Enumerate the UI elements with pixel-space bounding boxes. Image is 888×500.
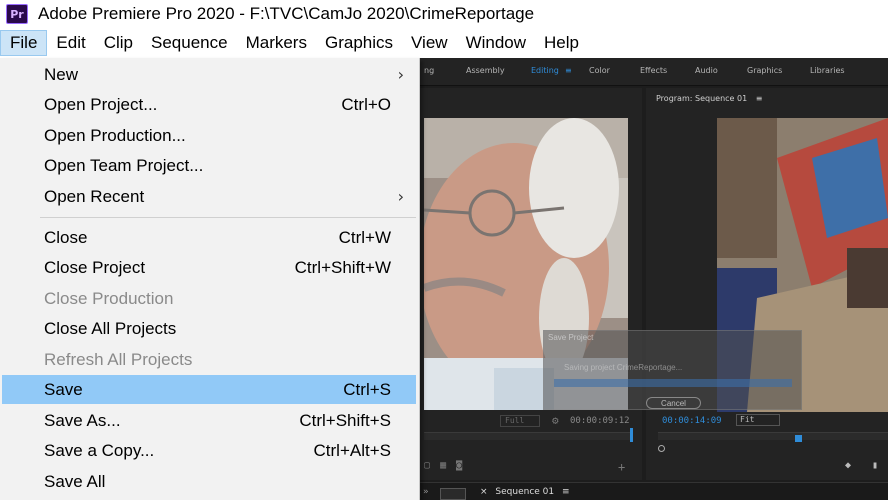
- menu-separator: [40, 217, 416, 218]
- menu-item-label: Close: [44, 227, 88, 247]
- file-menu-close-project[interactable]: Close Project Ctrl+Shift+W: [2, 253, 416, 282]
- file-menu-dropdown: New › Open Project... Ctrl+O Open Produc…: [0, 58, 420, 500]
- sequence-tab-close-icon[interactable]: ×: [480, 487, 488, 497]
- source-duration-timecode: 00:00:09:12: [570, 416, 630, 426]
- file-menu-save-as[interactable]: Save As... Ctrl+Shift+S: [2, 406, 416, 435]
- menu-graphics[interactable]: Graphics: [316, 30, 402, 56]
- timeline-thumb[interactable]: [440, 488, 466, 500]
- menu-item-label: Save: [44, 379, 83, 399]
- menu-file[interactable]: File: [0, 30, 48, 56]
- workspace-tab-audio[interactable]: Audio: [695, 66, 718, 75]
- program-playhead[interactable]: [795, 435, 802, 442]
- submenu-arrow-icon: ›: [397, 187, 404, 206]
- program-fit-select[interactable]: Fit: [736, 414, 780, 426]
- menu-item-label: Save As...: [44, 410, 121, 430]
- menu-edit[interactable]: Edit: [47, 30, 94, 56]
- file-menu-close[interactable]: Close Ctrl+W: [2, 223, 416, 252]
- insert-icon[interactable]: ▦: [440, 460, 446, 471]
- workspace-tab-graphics[interactable]: Graphics: [747, 66, 782, 75]
- program-timecode[interactable]: 00:00:14:09: [662, 416, 722, 426]
- sequence-tab[interactable]: × Sequence 01 ≡: [480, 487, 570, 497]
- menu-item-shortcut: Ctrl+Alt+S: [313, 440, 391, 460]
- menu-bar: File Edit Clip Sequence Markers Graphics…: [0, 28, 888, 58]
- program-monitor-header: Program: Sequence 01 ≡: [656, 94, 762, 103]
- file-menu-close-all-projects[interactable]: Close All Projects: [2, 314, 416, 343]
- menu-item-label: New: [44, 64, 79, 84]
- file-menu-open-team-project[interactable]: Open Team Project...: [2, 151, 416, 180]
- workspace-menu-icon[interactable]: ≡: [565, 66, 572, 75]
- program-menu-icon[interactable]: ≡: [756, 94, 763, 103]
- workspace-tab-color[interactable]: Color: [589, 66, 610, 75]
- save-cancel-button[interactable]: Cancel: [646, 397, 701, 409]
- file-menu-close-production: Close Production: [2, 284, 416, 313]
- save-project-dialog: Save Project Saving project CrimeReporta…: [543, 330, 802, 410]
- workspace-tab-effects[interactable]: Effects: [640, 66, 667, 75]
- menu-item-shortcut: Ctrl+O: [341, 94, 391, 114]
- menu-view[interactable]: View: [402, 30, 457, 56]
- camera-icon[interactable]: ◙: [456, 460, 462, 471]
- source-zoom-select[interactable]: Full: [500, 415, 540, 427]
- menu-window[interactable]: Window: [457, 30, 535, 56]
- menu-sequence[interactable]: Sequence: [142, 30, 237, 56]
- menu-clip[interactable]: Clip: [95, 30, 142, 56]
- menu-item-label: Refresh All Projects: [44, 349, 193, 369]
- window-title: Adobe Premiere Pro 2020 - F:\TVC\CamJo 2…: [38, 4, 535, 23]
- file-menu-refresh-all-projects: Refresh All Projects: [2, 345, 416, 374]
- menu-item-label: Open Team Project...: [44, 155, 204, 175]
- add-button-icon[interactable]: +: [618, 460, 625, 474]
- menu-item-label: Close Production: [44, 288, 174, 308]
- menu-item-label: Close Project: [44, 257, 146, 277]
- source-playhead[interactable]: [630, 428, 633, 442]
- marker-icon[interactable]: ▮: [872, 460, 878, 471]
- menu-help[interactable]: Help: [535, 30, 588, 56]
- submenu-arrow-icon: ›: [397, 65, 404, 84]
- file-menu-open-production[interactable]: Open Production...: [2, 121, 416, 150]
- menu-markers[interactable]: Markers: [237, 30, 316, 56]
- menu-item-label: Open Production...: [44, 125, 186, 145]
- workspace-tab-editing[interactable]: Editing: [531, 66, 559, 75]
- program-monitor-title[interactable]: Program: Sequence 01: [656, 94, 747, 103]
- file-menu-save[interactable]: Save Ctrl+S: [2, 375, 416, 404]
- premiere-pro-app-icon: Pr: [6, 4, 28, 24]
- workspace-tab-assembly[interactable]: Assembly: [466, 66, 505, 75]
- file-menu-open-recent[interactable]: Open Recent ›: [2, 182, 416, 211]
- sequence-tab-menu-icon[interactable]: ≡: [562, 487, 570, 497]
- file-menu-save-all[interactable]: Save All: [2, 467, 416, 496]
- export-frame-icon[interactable]: ▢: [424, 460, 430, 471]
- panel-expand-icon[interactable]: »: [423, 487, 428, 497]
- save-dialog-message: Saving project CrimeReportage...: [564, 363, 683, 372]
- program-scrubber[interactable]: [658, 432, 888, 440]
- workspace-tab-learning[interactable]: ng: [424, 66, 434, 75]
- save-dialog-title: Save Project: [548, 333, 594, 342]
- menu-item-shortcut: Ctrl+W: [338, 227, 391, 247]
- title-bar: Pr Adobe Premiere Pro 2020 - F:\TVC\CamJ…: [0, 0, 888, 28]
- menu-item-label: Save All: [44, 471, 106, 491]
- source-controls: ▢ ▦ ◙: [424, 460, 462, 471]
- source-scrubber[interactable]: [424, 432, 632, 440]
- save-progress-bar: [554, 379, 792, 387]
- menu-item-shortcut: Ctrl+Shift+W: [294, 257, 391, 277]
- file-menu-save-a-copy[interactable]: Save a Copy... Ctrl+Alt+S: [2, 436, 416, 465]
- menu-item-shortcut: Ctrl+Shift+S: [299, 410, 391, 430]
- menu-item-label: Open Project...: [44, 94, 158, 114]
- file-menu-new[interactable]: New ›: [2, 60, 416, 89]
- shield-icon[interactable]: ◆: [845, 460, 851, 471]
- menu-item-shortcut: Ctrl+S: [343, 379, 391, 399]
- menu-item-label: Save a Copy...: [44, 440, 155, 460]
- in-point-marker[interactable]: [658, 445, 665, 452]
- wrench-icon[interactable]: ⚙: [552, 414, 559, 427]
- workspace-tab-libraries[interactable]: Libraries: [810, 66, 845, 75]
- file-menu-open-project[interactable]: Open Project... Ctrl+O: [2, 90, 416, 119]
- menu-item-label: Open Recent: [44, 186, 145, 206]
- menu-item-label: Close All Projects: [44, 318, 177, 338]
- sequence-tab-label[interactable]: Sequence 01: [495, 487, 554, 497]
